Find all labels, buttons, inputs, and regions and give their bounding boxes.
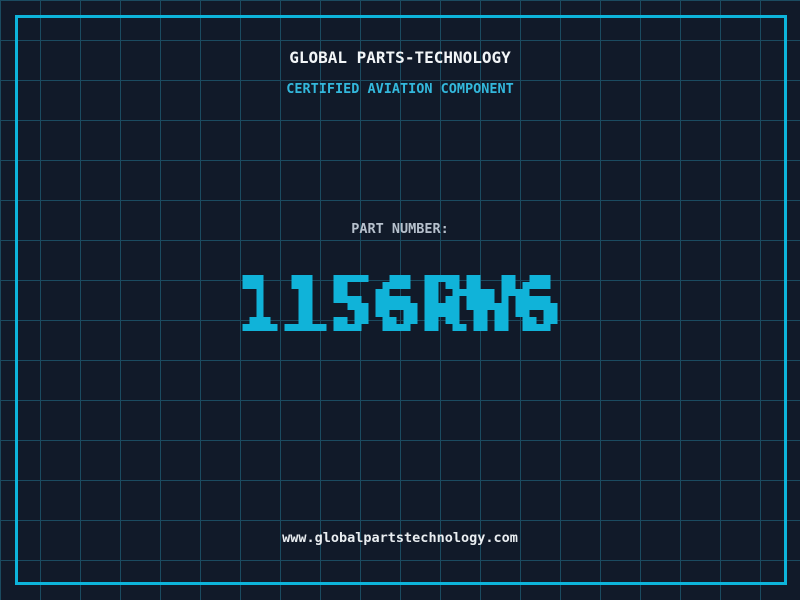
company-title: GLOBAL PARTS-TECHNOLOGY (289, 48, 511, 67)
certification-subtitle: CERTIFIED AVIATION COMPONENT (286, 81, 514, 97)
part-number-display (228, 254, 572, 352)
part-number-label: PART NUMBER: (351, 221, 449, 237)
website-url: www.globalpartstechnology.com (282, 530, 518, 546)
blueprint-panel: GLOBAL PARTS-TECHNOLOGY CERTIFIED AVIATI… (0, 0, 800, 600)
